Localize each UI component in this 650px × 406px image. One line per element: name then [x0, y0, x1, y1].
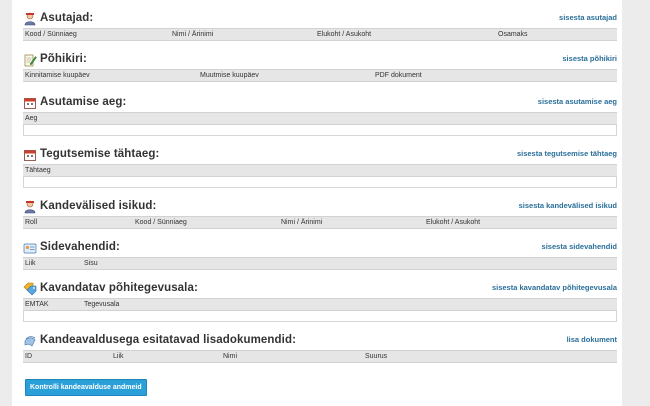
column-header: Suurus: [365, 353, 388, 360]
table-header: Liik Sisu: [23, 257, 617, 270]
empty-table-row: [23, 125, 617, 136]
column-header: Elukoht / Asukoht: [317, 31, 372, 38]
column-header: Tegevusala: [84, 301, 120, 308]
column-header: Nimi / Ärinimi: [172, 31, 214, 38]
empty-table-row: [23, 177, 617, 188]
section-pohikiri: Põhikiri: sisesta põhikiri Kinnitamise k…: [23, 51, 617, 82]
column-header: Nimi / Ärinimi: [281, 219, 323, 226]
section-kandevalised-isikud: Kandevälised isikud: sisesta kandevälise…: [23, 198, 617, 229]
column-header: Muutmise kuupäev: [200, 72, 259, 79]
add-articles-link[interactable]: sisesta põhikiri: [562, 53, 617, 65]
table-header: Tähtaeg: [23, 164, 617, 177]
section-header: Asutamise aeg: sisesta asutamise aeg: [23, 94, 617, 112]
section-title: Sidevahendid:: [40, 241, 120, 253]
column-header: ID: [25, 353, 32, 360]
add-document-link[interactable]: lisa dokument: [567, 334, 617, 346]
section-asutajad: Asutajad: sisesta asutajad Kood / Sünnia…: [23, 10, 617, 41]
person-icon: [24, 12, 36, 26]
add-main-activity-link[interactable]: sisesta kavandatav põhitegevusala: [492, 282, 617, 294]
table-header: Kood / Sünniaeg Nimi / Ärinimi Elukoht /…: [23, 28, 617, 41]
section-header: Kavandatav põhitegevusala: sisesta kavan…: [23, 280, 617, 298]
tags-icon: [23, 282, 37, 296]
section-tegutsemise-tahtaeg: Tegutsemise tähtaeg: sisesta tegutsemise…: [23, 146, 617, 188]
add-other-persons-link[interactable]: sisesta kandevälised isikud: [519, 200, 617, 212]
section-title: Kandeavaldusega esitatavad lisadokumendi…: [40, 334, 297, 346]
section-header: Kandevälised isikud: sisesta kandevälise…: [23, 198, 617, 216]
column-header: Tähtaeg: [25, 167, 51, 174]
table-header: EMTAK Tegevusala: [23, 298, 617, 311]
column-header: Roll: [25, 219, 38, 226]
column-header: Kinnitamise kuupäev: [25, 72, 90, 79]
section-pohitegevusala: Kavandatav põhitegevusala: sisesta kavan…: [23, 280, 617, 322]
add-founding-date-link[interactable]: sisesta asutamise aeg: [538, 96, 617, 108]
column-header: Kood / Sünniaeg: [135, 219, 187, 226]
table-header: Roll Kood / Sünniaeg Nimi / Ärinimi Eluk…: [23, 216, 617, 229]
column-header: Kood / Sünniaeg: [25, 31, 77, 38]
column-header: Nimi: [223, 353, 237, 360]
section-header: Tegutsemise tähtaeg: sisesta tegutsemise…: [23, 146, 617, 164]
section-header: Põhikiri: sisesta põhikiri: [23, 51, 617, 69]
empty-table-row: [23, 311, 617, 322]
section-header: Kandeavaldusega esitatavad lisadokumendi…: [23, 332, 617, 350]
section-title: Asutamise aeg:: [40, 96, 127, 108]
column-header: Liik: [113, 353, 124, 360]
section-title: Asutajad:: [40, 12, 94, 24]
table-header: ID Liik Nimi Suurus: [23, 350, 617, 363]
section-asutamise-aeg: Asutamise aeg: sisesta asutamise aeg Aeg: [23, 94, 617, 136]
contact-card-icon: [23, 243, 37, 254]
form-panel: Asutajad: sisesta asutajad Kood / Sünnia…: [12, 0, 622, 406]
calendar-icon: [24, 98, 36, 109]
column-header: EMTAK: [25, 301, 49, 308]
section-sidevahendid: Sidevahendid: sisesta sidevahendid Liik …: [23, 239, 617, 270]
section-title: Tegutsemise tähtaeg:: [40, 148, 160, 160]
add-duration-link[interactable]: sisesta tegutsemise tähtaeg: [517, 148, 617, 160]
document-edit-icon: [24, 54, 37, 67]
add-founders-link[interactable]: sisesta asutajad: [559, 12, 617, 24]
add-contacts-link[interactable]: sisesta sidevahendid: [542, 241, 617, 253]
calendar-icon: [24, 150, 36, 161]
column-header: PDF dokument: [375, 72, 422, 79]
table-header: Kinnitamise kuupäev Muutmise kuupäev PDF…: [23, 69, 617, 82]
section-title: Kandevälised isikud:: [40, 200, 157, 212]
section-header: Sidevahendid: sisesta sidevahendid: [23, 239, 617, 257]
section-header: Asutajad: sisesta asutajad: [23, 10, 617, 28]
section-title: Kavandatav põhitegevusala:: [40, 282, 198, 294]
documents-icon: [24, 336, 36, 347]
check-application-button[interactable]: Kontrolli kandeavalduse andmeid: [25, 379, 147, 396]
table-header: Aeg: [23, 112, 617, 125]
section-lisadokumendid: Kandeavaldusega esitatavad lisadokumendi…: [23, 332, 617, 363]
column-header: Osamaks: [498, 31, 528, 38]
column-header: Sisu: [84, 260, 98, 267]
column-header: Liik: [25, 260, 36, 267]
column-header: Elukoht / Asukoht: [426, 219, 481, 226]
person-icon: [24, 200, 36, 214]
column-header: Aeg: [25, 115, 38, 122]
section-title: Põhikiri:: [40, 53, 87, 65]
